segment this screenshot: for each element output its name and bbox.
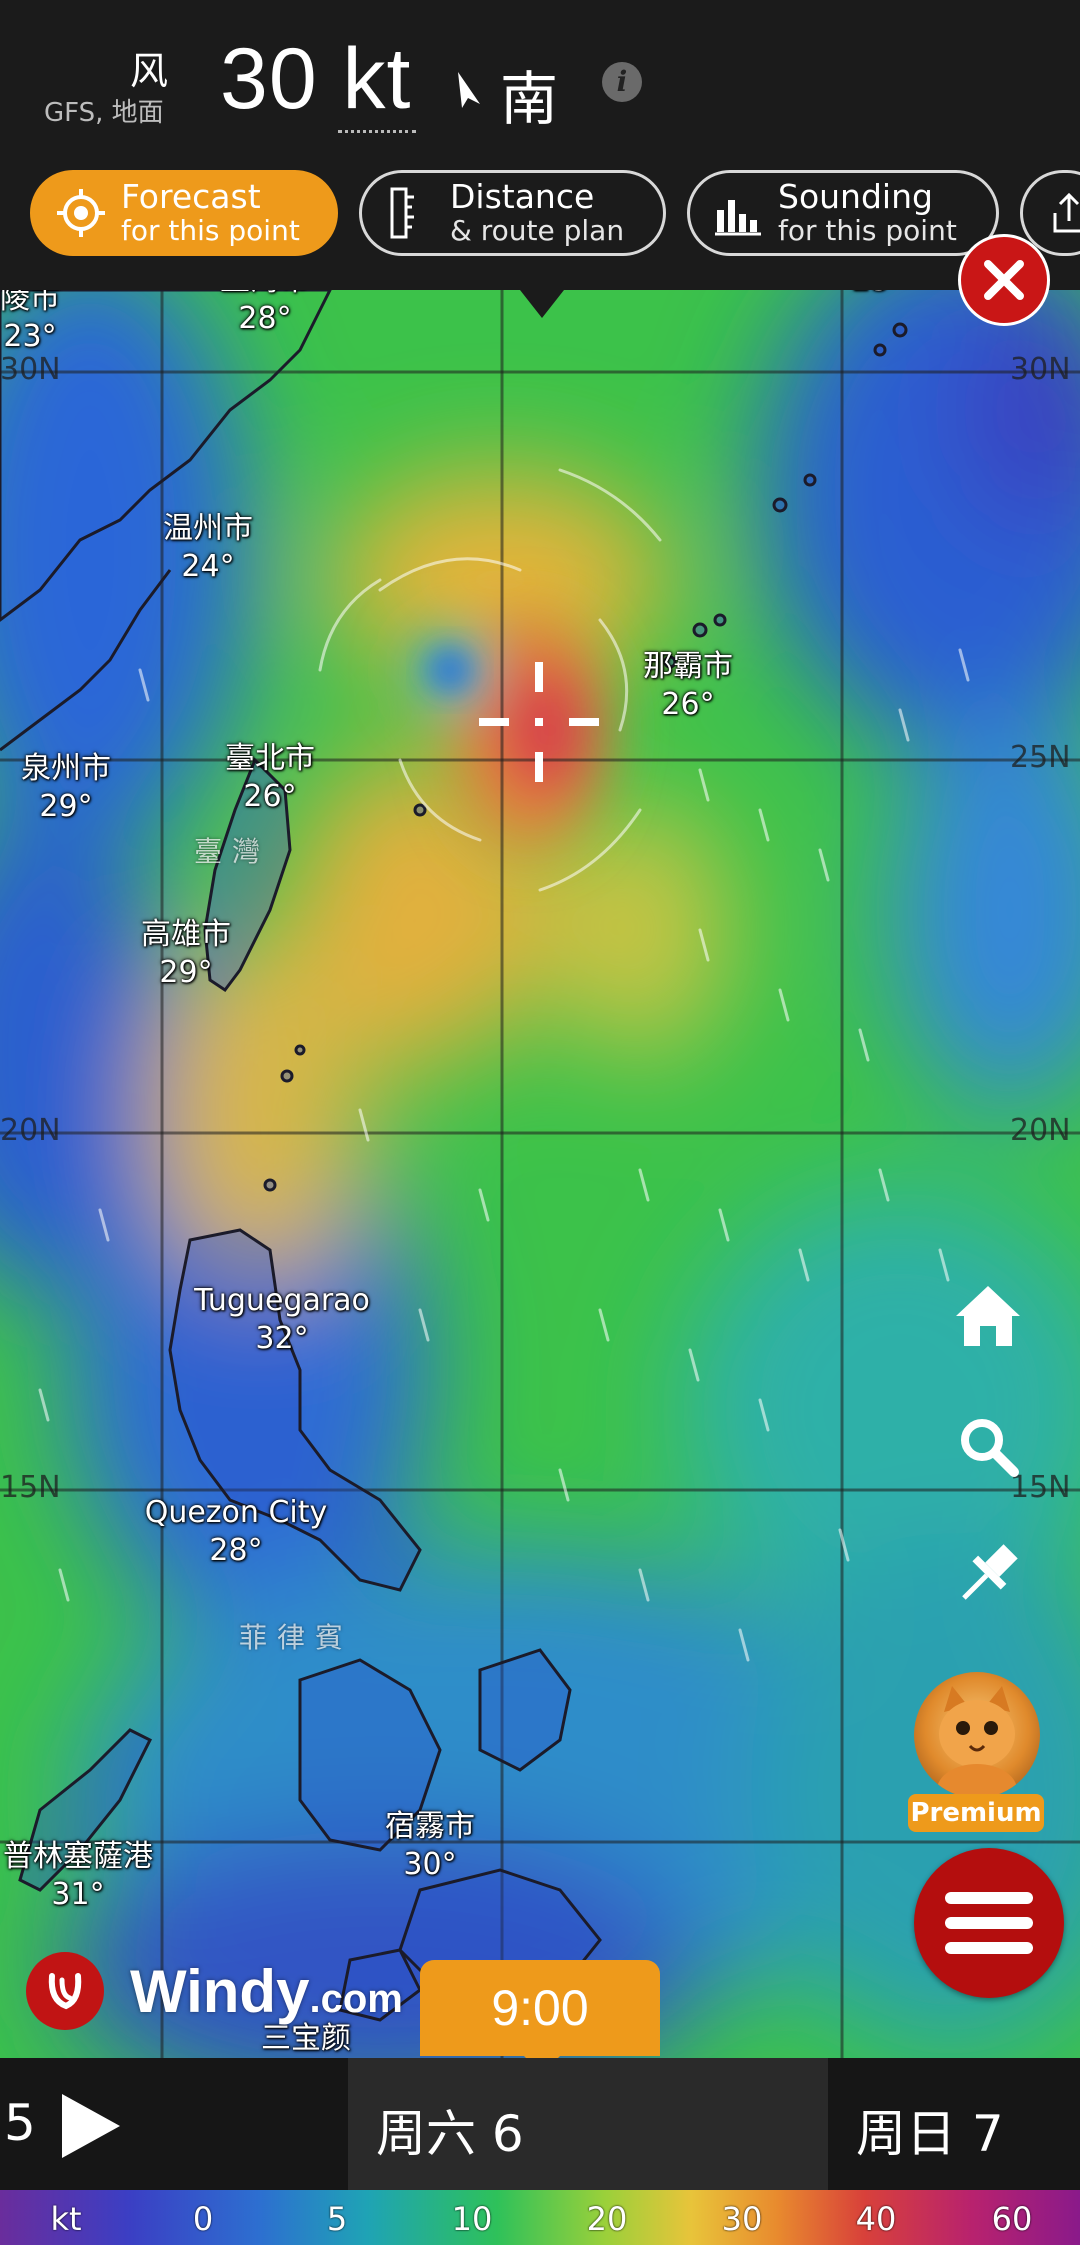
windy-logo[interactable]: Windy.com xyxy=(26,1952,403,2030)
unit-underline xyxy=(338,130,416,133)
timeline-day-saturday[interactable]: 周六 6 xyxy=(376,2094,524,2166)
legend-stop: 20 xyxy=(586,2200,628,2238)
distance-sublabel: & route plan xyxy=(450,214,625,247)
wind-speed-value[interactable]: 30 kt xyxy=(220,30,411,129)
city-label[interactable]: 普林塞薩港 31° xyxy=(3,1838,153,1914)
timeline[interactable]: 5 周六 6 周日 7 xyxy=(0,2058,1080,2190)
sounding-sublabel: for this point xyxy=(778,214,957,247)
layer-header: 风 GFS, 地面 30 kt 南 i xyxy=(0,0,1080,165)
city-label[interactable]: 泉州市 29° xyxy=(21,750,111,826)
point-actions-bar: Forecast for this point Distance & route… xyxy=(0,168,1080,264)
ruler-icon xyxy=(382,185,438,241)
lat-label-15n-left: 15N xyxy=(0,1470,61,1505)
legend-stop: 10 xyxy=(451,2200,493,2238)
city-label[interactable]: Tuguegarao 32° xyxy=(194,1282,370,1358)
model-label[interactable]: GFS, 地面 xyxy=(44,92,164,129)
sounding-button[interactable]: Sounding for this point xyxy=(687,170,999,256)
lat-label-20n-left: 20N xyxy=(0,1113,61,1148)
legend-stop: 30 xyxy=(721,2200,763,2238)
close-button[interactable] xyxy=(958,234,1050,326)
pin-icon xyxy=(962,1544,1018,1600)
forecast-button[interactable]: Forecast for this point xyxy=(30,170,338,256)
wind-direction-label: 南 xyxy=(500,65,559,133)
lat-label-25n: 25N xyxy=(1010,740,1071,775)
wind-speed-legend[interactable]: kt 0 5 10 20 30 40 60 xyxy=(0,2190,1080,2245)
legend-unit: kt xyxy=(50,2200,82,2238)
lat-label-20n-right: 20N xyxy=(1010,1113,1071,1148)
wind-direction-arrow-icon xyxy=(452,70,486,114)
home-icon xyxy=(956,1286,1020,1346)
premium-badge[interactable]: Premium xyxy=(908,1794,1044,1832)
sounding-label: Sounding xyxy=(778,177,933,216)
layer-name[interactable]: 风 xyxy=(130,40,168,95)
search-button[interactable] xyxy=(950,1408,1026,1484)
bar-chart-icon xyxy=(710,185,766,241)
country-label-philippines: 菲律賓 xyxy=(238,1621,354,1654)
home-button[interactable] xyxy=(950,1278,1026,1354)
timeline-prev-day[interactable]: 5 xyxy=(4,2094,36,2152)
city-label[interactable]: 陵市 23° xyxy=(0,290,60,356)
info-icon[interactable]: i xyxy=(602,62,642,102)
lat-label-30n-right: 30N xyxy=(1010,352,1071,387)
legend-stop: 5 xyxy=(326,2200,348,2238)
point-picker-notch xyxy=(520,290,564,318)
pin-button[interactable] xyxy=(950,1536,1026,1612)
city-label[interactable]: 臺北市 26° xyxy=(225,740,315,816)
wind-heatmap xyxy=(0,290,1080,2058)
city-label[interactable]: 25° xyxy=(851,290,904,300)
distance-label: Distance xyxy=(450,177,595,216)
menu-button[interactable] xyxy=(914,1848,1064,1998)
city-label[interactable]: Quezon City 28° xyxy=(145,1494,328,1570)
lat-label-30n-left: 30N xyxy=(0,352,61,387)
city-label[interactable]: 那霸市 26° xyxy=(643,648,733,724)
forecast-sublabel: for this point xyxy=(121,214,300,247)
country-label-taiwan: 臺灣 xyxy=(193,835,271,868)
windy-brand: Windy.com xyxy=(130,1957,403,2025)
search-icon xyxy=(961,1419,1019,1477)
distance-route-button[interactable]: Distance & route plan xyxy=(359,170,666,256)
play-icon xyxy=(62,2094,120,2158)
forecast-label: Forecast xyxy=(121,177,261,216)
legend-stop: 40 xyxy=(855,2200,897,2238)
legend-stop: 0 xyxy=(192,2200,214,2238)
crosshair-icon[interactable] xyxy=(479,662,599,782)
hamburger-menu-icon xyxy=(945,1892,1033,1954)
wind-map[interactable]: 30N 30N 25N 20N 20N 15N 15N 陵市23° 上海市28°… xyxy=(0,290,1080,2058)
cat-avatar-icon xyxy=(937,1686,1017,1798)
legend-stop: 60 xyxy=(991,2200,1033,2238)
city-label[interactable]: 宿霧市 30° xyxy=(385,1808,475,1884)
current-time-marker[interactable]: 9:00 xyxy=(420,1960,660,2056)
windy-logo-icon xyxy=(26,1952,104,2030)
play-button[interactable] xyxy=(58,2090,124,2166)
city-label[interactable]: 上海市28° xyxy=(220,290,310,338)
close-icon xyxy=(984,260,1024,300)
city-label[interactable]: 温州市 24° xyxy=(163,510,253,586)
city-label[interactable]: 高雄市 29° xyxy=(141,916,231,992)
timeline-day-sunday[interactable]: 周日 7 xyxy=(856,2094,1004,2166)
premium-avatar[interactable] xyxy=(914,1672,1040,1798)
forecast-target-icon xyxy=(53,185,109,241)
share-icon xyxy=(1043,185,1080,241)
